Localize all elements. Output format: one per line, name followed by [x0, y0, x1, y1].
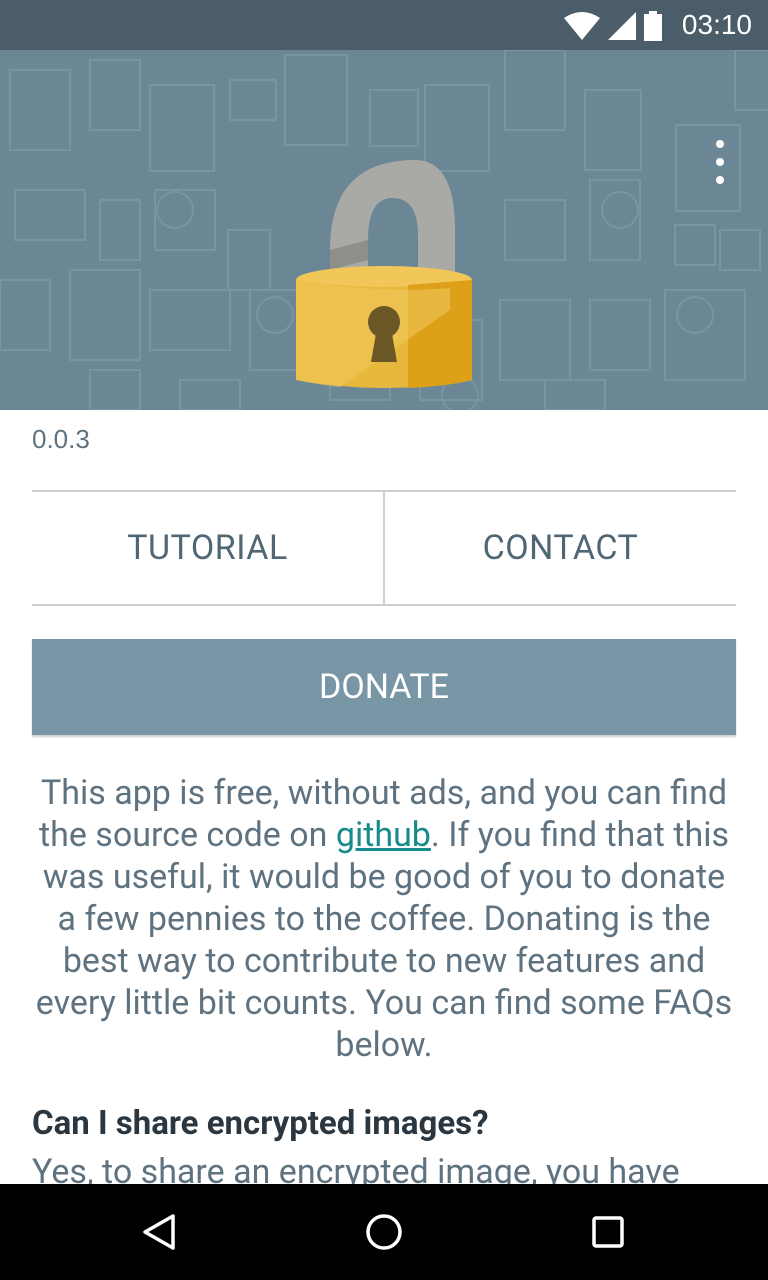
more-vert-icon[interactable] — [708, 140, 732, 184]
donate-button[interactable]: DONATE — [32, 639, 736, 735]
app-version: 0.0.3 — [32, 424, 90, 454]
github-link[interactable]: github — [336, 815, 431, 855]
about-text: This app is free, without ads, and you c… — [32, 772, 736, 1066]
status-bar: 03:10 — [0, 0, 768, 50]
unlocked-padlock-icon — [296, 160, 472, 388]
header-banner — [0, 50, 768, 410]
wifi-icon — [564, 12, 600, 40]
battery-icon — [644, 11, 662, 41]
contact-button[interactable]: CONTACT — [385, 492, 736, 604]
signal-icon — [608, 12, 636, 40]
tutorial-button[interactable]: TUTORIAL — [32, 492, 383, 604]
recents-icon[interactable] — [560, 1184, 656, 1280]
home-icon[interactable] — [336, 1184, 432, 1280]
status-time: 03:10 — [681, 9, 752, 40]
faq-question: Can I share encrypted images? — [32, 1104, 489, 1143]
back-icon[interactable] — [112, 1184, 208, 1280]
navigation-bar — [0, 1184, 768, 1280]
action-button-row: TUTORIAL CONTACT — [32, 490, 736, 606]
